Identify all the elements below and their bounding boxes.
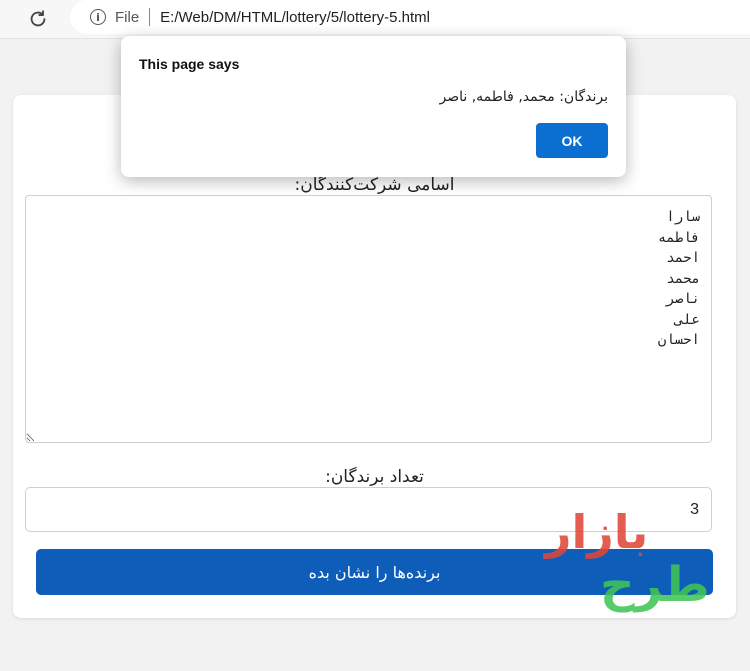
winners-count-input[interactable] (25, 487, 712, 532)
scheme-label: File (115, 8, 140, 26)
alert-ok-button[interactable]: OK (536, 123, 608, 158)
alert-dialog: This page says برندگان: محمد, فاطمه, ناص… (121, 36, 626, 177)
reload-icon[interactable] (24, 6, 52, 32)
browser-toolbar: i File E:/Web/DM/HTML/lottery/5/lottery-… (0, 0, 750, 39)
alert-title: This page says (139, 56, 240, 72)
show-winners-button[interactable]: برنده‌ها را نشان بده (36, 549, 713, 595)
winners-count-label: تعداد برندگان: (325, 467, 424, 487)
url-text[interactable]: E:/Web/DM/HTML/lottery/5/lottery-5.html (160, 9, 430, 26)
info-icon[interactable]: i (90, 9, 106, 25)
alert-message: برندگان: محمد, فاطمه, ناصر (439, 89, 609, 105)
address-bar[interactable]: i File E:/Web/DM/HTML/lottery/5/lottery-… (70, 0, 750, 34)
address-separator (149, 8, 151, 26)
participants-label: اسامی شرکت‌کنندگان: (294, 175, 455, 195)
participants-textarea[interactable]: سارا فاطمه احمد محمد ناصر علی احسان (25, 195, 712, 443)
